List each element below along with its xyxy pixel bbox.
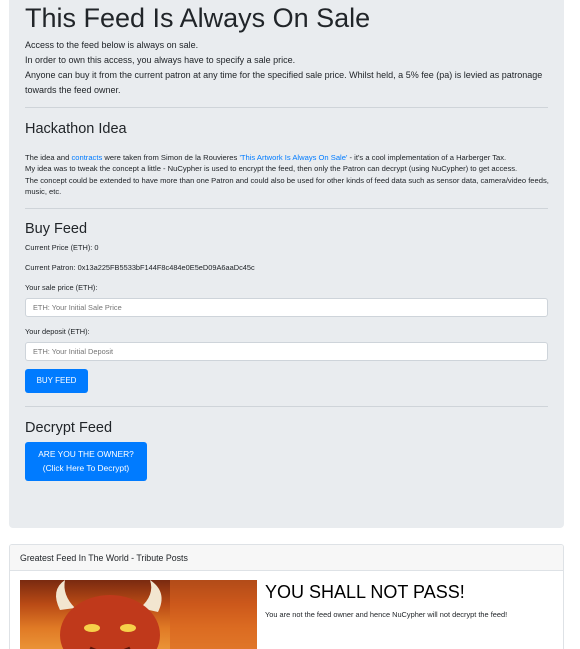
buy-feed-button[interactable]: BUY FEED [25, 368, 88, 393]
divider [25, 405, 548, 407]
divider [25, 107, 548, 108]
idea-paragraph-2: My idea was to tweak the concept a littl… [25, 164, 518, 174]
idea-paragraph-1: The idea and contracts were taken from S… [25, 153, 507, 162]
feed-post-image [20, 580, 257, 649]
decrypt-feed-title: Decrypt Feed [25, 419, 113, 436]
intro-line-3: Anyone can buy it from the current patro… [25, 70, 543, 95]
intro: Access to the feed below is always on sa… [25, 38, 548, 98]
artwork-link[interactable]: 'This Artwork Is Always On Sale' [239, 153, 347, 162]
page-title: This Feed Is Always On Sale [25, 3, 371, 33]
feed-post-text: You are not the feed owner and hence NuC… [265, 610, 508, 619]
feed-card-header: Greatest Feed In The World - Tribute Pos… [10, 545, 563, 571]
decrypt-button[interactable]: ARE YOU THE OWNER? (Click Here To Decryp… [25, 441, 147, 481]
decrypt-button-line-2: (Click Here To Decrypt) [42, 462, 130, 473]
intro-line-2: In order to own this access, you always … [25, 55, 296, 65]
deposit-input[interactable] [25, 341, 548, 361]
feed-card: Greatest Feed In The World - Tribute Pos… [9, 544, 564, 649]
feed-post-title: YOU SHALL NOT PASS! [265, 582, 465, 602]
hackathon-idea-title: Hackathon Idea [25, 121, 127, 137]
deposit-label: Your deposit (ETH): [25, 326, 90, 336]
intro-line-1: Access to the feed below is always on sa… [25, 40, 199, 50]
current-patron: Current Patron: 0x13a225FB5533bF144F8c48… [25, 262, 255, 272]
divider [25, 207, 548, 209]
current-price: Current Price (ETH): 0 [25, 242, 99, 252]
idea-paragraph-3: The concept could be extended to have mo… [25, 175, 549, 197]
contracts-link[interactable]: contracts [71, 153, 102, 162]
jumbotron: This Feed Is Always On Sale Access to th… [9, 0, 564, 528]
buy-feed-title: Buy Feed [25, 220, 88, 237]
sale-price-input[interactable] [25, 297, 548, 317]
hackathon-idea-text: The idea and contracts were taken from S… [25, 152, 555, 198]
sale-price-label: Your sale price (ETH): [25, 282, 98, 292]
decrypt-button-line-1: ARE YOU THE OWNER? [38, 448, 134, 459]
